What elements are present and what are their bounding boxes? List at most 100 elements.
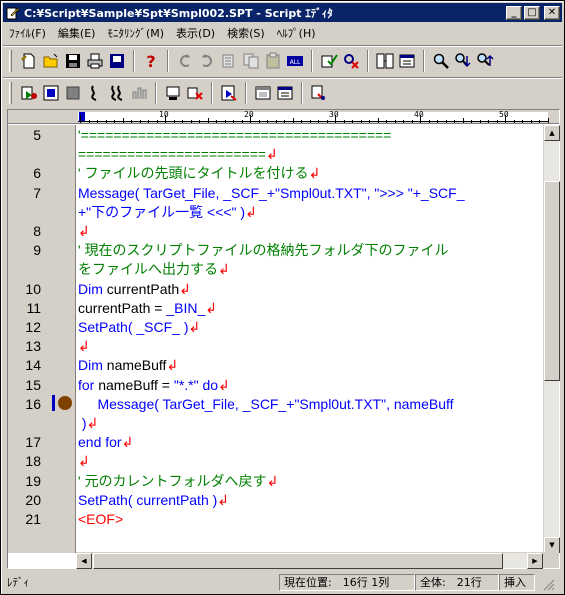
menu-edit[interactable]: 編集(E) xyxy=(52,25,102,41)
ruler-tick xyxy=(199,120,200,123)
search-prev-button[interactable] xyxy=(474,50,496,72)
current-line-marker xyxy=(52,395,55,411)
code-line[interactable]: ' 現在のスクリプトファイルの格納先フォルダ下のファイル xyxy=(78,242,449,258)
paste-button[interactable] xyxy=(262,50,284,72)
minimize-button[interactable]: _ xyxy=(506,5,522,20)
code-line[interactable]: )↲ xyxy=(78,415,98,431)
code-line[interactable]: end for↲ xyxy=(78,434,133,450)
trace-button[interactable] xyxy=(84,82,106,104)
breakpoint-list-button[interactable] xyxy=(128,82,150,104)
ruler-tick xyxy=(105,120,107,123)
monitor-button[interactable] xyxy=(162,82,184,104)
ruler-tick xyxy=(547,118,549,123)
jump-button[interactable] xyxy=(218,82,240,104)
code-line[interactable]: <EOF> xyxy=(78,511,123,527)
ruler-tick xyxy=(479,120,481,123)
line-number: 15 xyxy=(25,376,41,393)
settings-button[interactable] xyxy=(308,82,330,104)
code-editor[interactable]: 10 20 30 40 50 5 6 7 8 9 10 11 12 13 14 15 16 17 18 19… xyxy=(7,109,560,569)
title-bar[interactable]: C:¥Script¥Sample¥Spt¥Smpl002.SPT - Scrip… xyxy=(3,3,562,22)
code-line[interactable]: ↲ xyxy=(78,453,90,469)
code-line[interactable]: ' 元のカレントフォルダへ戻す↲ xyxy=(78,473,278,489)
search-button[interactable] xyxy=(430,50,452,72)
vertical-scroll-thumb[interactable] xyxy=(544,181,560,381)
save-button[interactable] xyxy=(62,50,84,72)
line-number: 7 xyxy=(33,184,41,201)
ruler-tick xyxy=(114,120,115,123)
menu-search[interactable]: 検索(S) xyxy=(221,25,271,41)
run-button[interactable] xyxy=(40,82,62,104)
code-line[interactable]: Dim currentPath↲ xyxy=(78,281,191,297)
toolbar-grip[interactable] xyxy=(9,49,12,72)
undo-button[interactable] xyxy=(174,50,196,72)
code-line[interactable]: for nameBuff = "*.*" do↲ xyxy=(78,377,230,393)
code-line[interactable]: SetPath( _SCF_ )↲ xyxy=(78,319,200,335)
resize-grip-icon[interactable] xyxy=(535,574,555,591)
check-button[interactable] xyxy=(318,50,340,72)
code-line[interactable]: Dim nameBuff↲ xyxy=(78,357,178,373)
clear-break-button[interactable] xyxy=(184,82,206,104)
run-step-button[interactable] xyxy=(18,82,40,104)
window2-button[interactable] xyxy=(274,82,296,104)
cut-button[interactable] xyxy=(218,50,240,72)
code-line[interactable]: '====================================== xyxy=(78,127,391,143)
code-line[interactable]: SetPath( currentPath )↲ xyxy=(78,492,229,508)
help-button[interactable]: ? xyxy=(140,50,162,72)
close-button[interactable]: ✕ xyxy=(544,5,560,20)
delete-button[interactable] xyxy=(340,50,362,72)
horizontal-scrollbar[interactable]: ◀ ▶ xyxy=(76,552,543,569)
window1-icon xyxy=(255,86,271,99)
new-file-button[interactable] xyxy=(18,50,40,72)
window1-button[interactable] xyxy=(252,82,274,104)
maximize-button[interactable]: □ xyxy=(524,5,540,20)
redo-button[interactable] xyxy=(196,50,218,72)
menu-file[interactable]: ﾌｧｲﾙ(F) xyxy=(3,25,52,41)
ruler-tick xyxy=(267,120,268,123)
ruler-tick xyxy=(148,120,149,123)
code-line[interactable]: Message( TarGet_File, _SCF_+"Smpl0ut.TXT… xyxy=(78,185,465,201)
stop-button[interactable] xyxy=(62,82,84,104)
open-file-button[interactable] xyxy=(40,50,62,72)
save-icon xyxy=(66,53,80,68)
copy-button[interactable] xyxy=(240,50,262,72)
ruler-label: 20 xyxy=(244,110,254,119)
horizontal-scroll-thumb[interactable] xyxy=(93,553,503,569)
new-file-icon xyxy=(21,53,35,68)
line-number: 13 xyxy=(25,338,41,355)
menu-view[interactable]: 表示(D) xyxy=(170,25,221,41)
trace-all-button[interactable] xyxy=(106,82,128,104)
code-area[interactable]: '====================================== =… xyxy=(78,125,542,553)
menu-monitoring[interactable]: ﾓﾆﾀﾘﾝｸﾞ(M) xyxy=(101,25,170,41)
open-file-icon xyxy=(43,53,58,67)
line-number: 16 xyxy=(25,395,41,412)
line-number-gutter[interactable]: 5 6 7 8 9 10 11 12 13 14 15 16 17 18 19 20 21 xyxy=(8,125,76,553)
search-prev-icon xyxy=(477,52,494,66)
scroll-left-button[interactable]: ◀ xyxy=(76,553,92,569)
menu-help[interactable]: ﾍﾙﾌﾟ(H) xyxy=(271,25,322,41)
code-line[interactable]: +"下のファイル一覧 <<<" )↲ xyxy=(78,204,257,220)
save-all-button[interactable] xyxy=(106,50,128,72)
breakpoint-marker[interactable] xyxy=(58,396,72,410)
code-line[interactable]: ' ファイルの先頭にタイトルを付ける↲ xyxy=(78,165,320,181)
code-line[interactable]: をファイルへ出力する↲ xyxy=(78,261,230,277)
replace-button[interactable] xyxy=(396,50,418,72)
scroll-down-button[interactable]: ▼ xyxy=(544,537,560,553)
breakpoint-list-icon xyxy=(132,87,147,99)
code-line[interactable]: ↲ xyxy=(78,338,90,354)
vertical-scrollbar[interactable]: ▲ ▼ xyxy=(543,125,560,553)
code-line[interactable]: =======================↲ xyxy=(78,146,278,162)
code-line[interactable]: Message( TarGet_File, _SCF_+"Smpl0ut.TXT… xyxy=(78,396,453,412)
code-line[interactable]: currentPath = _BIN_↲ xyxy=(78,300,217,316)
toolbar-grip[interactable] xyxy=(9,81,12,104)
scroll-up-button[interactable]: ▲ xyxy=(544,125,560,141)
scroll-right-button[interactable]: ▶ xyxy=(527,553,543,569)
ruler-tick xyxy=(122,118,124,123)
app-icon xyxy=(5,5,21,21)
ruler-tick xyxy=(88,120,90,123)
print-button[interactable] xyxy=(84,50,106,72)
code-line[interactable]: ↲ xyxy=(78,223,90,239)
search-next-button[interactable] xyxy=(452,50,474,72)
select-all-button[interactable]: ALL xyxy=(284,50,306,72)
find-button[interactable] xyxy=(374,50,396,72)
replace-icon xyxy=(399,54,415,67)
